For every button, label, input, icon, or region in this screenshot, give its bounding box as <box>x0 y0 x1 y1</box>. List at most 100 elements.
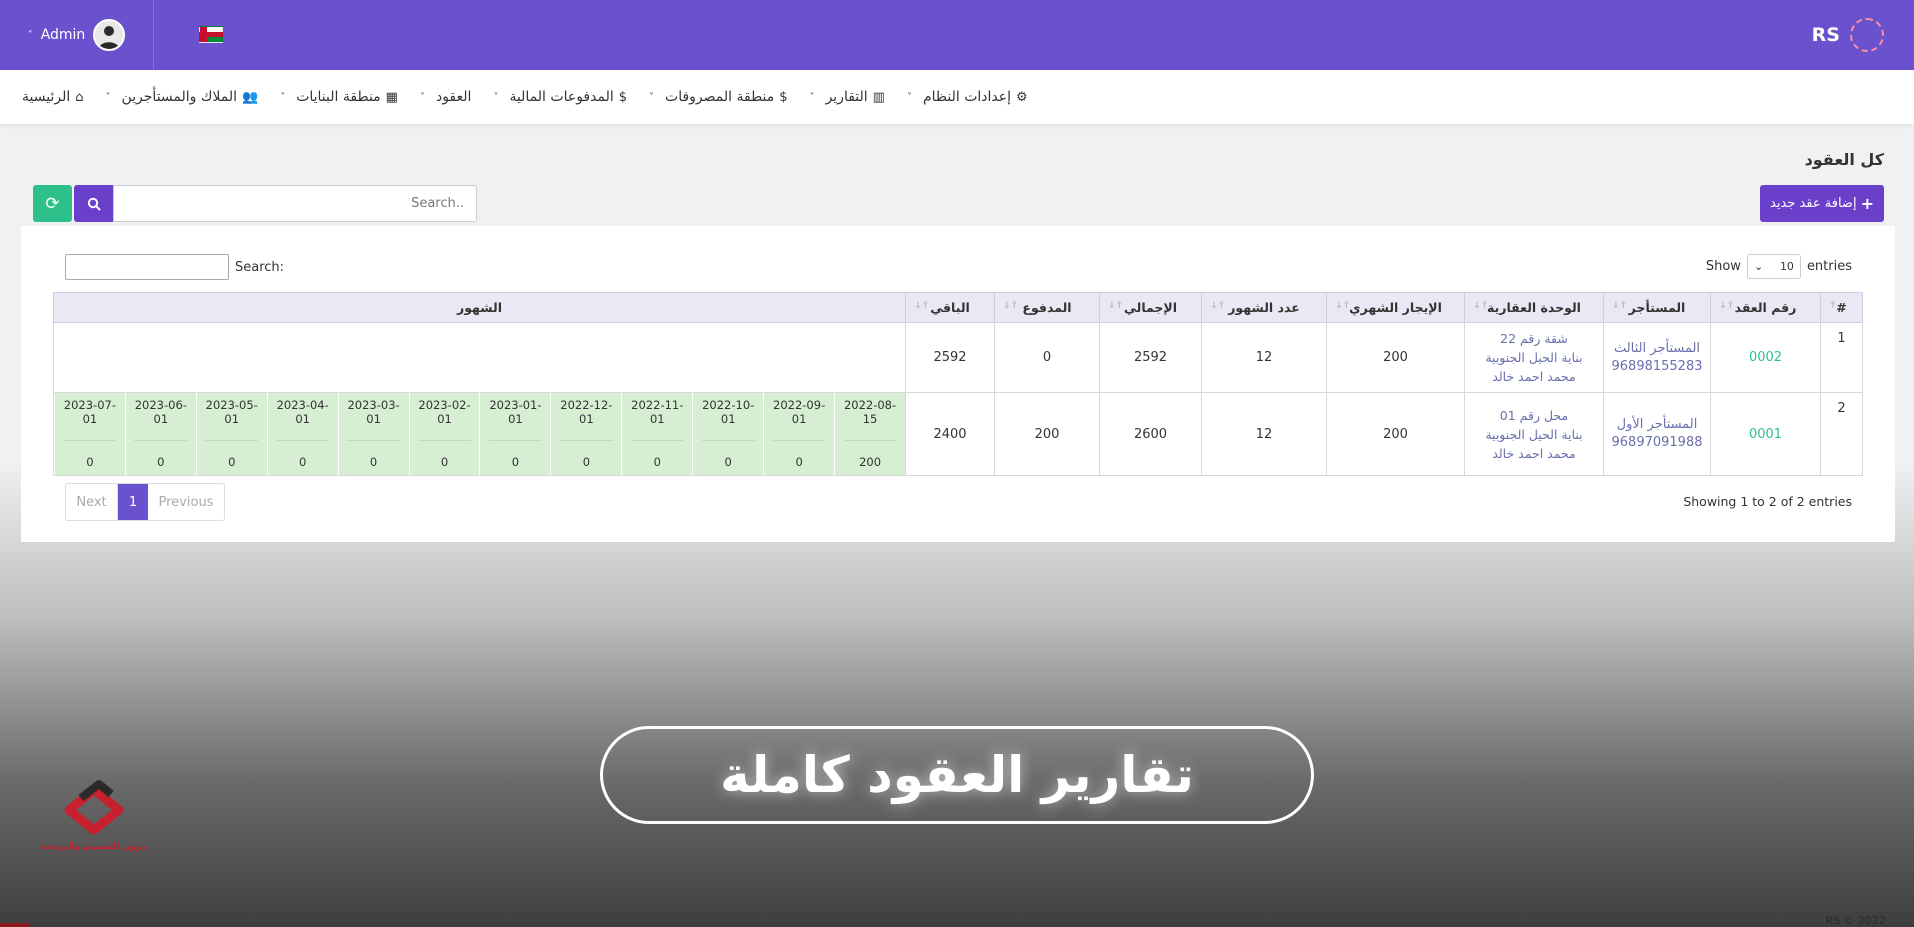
month-cell: 2023-05-01 0 <box>195 393 267 475</box>
sort-icon: ↑↓ <box>1210 301 1226 311</box>
month-value: 0 <box>582 455 591 469</box>
nav-payments[interactable]: $ المدفوعات المالية ˅ <box>493 89 627 105</box>
entries-value: 10 <box>1779 260 1794 273</box>
month-value: 200 <box>859 455 882 469</box>
column-header-unit[interactable]: ↑↓ الوحدة العقارية <box>1464 292 1604 323</box>
column-header-index[interactable]: ↑ # <box>1820 292 1863 323</box>
entries-select[interactable]: ⌄ 10 <box>1746 254 1801 279</box>
column-header-paid[interactable]: ↑↓ المدفوع <box>994 292 1100 323</box>
month-cell: 2023-03-01 0 <box>337 393 409 475</box>
table-header-row: ↑ # ↑↓ رقم العقد ↑↓ المستأجر ↑↓ الوحدة العقا… <box>53 292 1863 323</box>
refresh-button[interactable]: ⟳ <box>33 185 72 222</box>
month-date: 2023-06-01 <box>134 398 187 426</box>
add-contract-button[interactable]: + إضافة عقد جديد <box>1760 185 1884 222</box>
tenant-phone: 96897091988 <box>1611 435 1703 450</box>
brand-logo-icon <box>1850 18 1884 52</box>
nav-home[interactable]: ⌂ الرئيسية <box>22 89 84 105</box>
video-caption-banner: تقارير العقود كاملة <box>600 726 1314 824</box>
cell-months <box>53 322 906 393</box>
nav-reports[interactable]: ▥ التقارير ˅ <box>810 89 885 105</box>
logo-text: مزون للتصميم والبرمجة <box>41 842 147 852</box>
mazoon-logo-icon <box>64 780 124 835</box>
cell-contract[interactable]: 0002 <box>1710 322 1821 393</box>
column-header-contract[interactable]: ↑↓ رقم العقد <box>1710 292 1821 323</box>
month-date: 2023-02-01 <box>418 398 471 426</box>
main-nav: ⌂ الرئيسية 👥 الملاك والمستأجرين ˅ ▦ منطق… <box>0 70 1914 124</box>
nav-label: العقود <box>435 89 472 105</box>
sort-icon: ↑↓ <box>914 301 930 311</box>
chevron-down-icon: ⌄ <box>1753 260 1764 273</box>
column-header-tenant[interactable]: ↑↓ المستأجر <box>1603 292 1711 323</box>
month-value: 0 <box>440 455 449 469</box>
brand[interactable]: RS <box>1812 18 1884 52</box>
chevron-down-icon: ˅ <box>280 91 286 103</box>
cell-tenant[interactable]: المستأجر الثالث 96898155283 <box>1603 322 1711 393</box>
sort-icon: ↑↓ <box>1473 301 1489 311</box>
page-1-button[interactable]: 1 <box>118 484 148 520</box>
nav-contracts[interactable]: العقود ˅ <box>420 89 471 105</box>
search-input[interactable] <box>113 185 477 222</box>
cell-total: 2600 <box>1099 392 1202 476</box>
nav-label: الملاك والمستأجرين <box>121 89 238 105</box>
cell-index: 2 <box>1820 392 1863 476</box>
column-header-rent[interactable]: ↑↓ الإيجار الشهري <box>1326 292 1465 323</box>
table-search-input[interactable] <box>65 254 229 280</box>
cell-contract[interactable]: 0001 <box>1710 392 1821 476</box>
column-header-months-count[interactable]: ↑↓ عدد الشهور <box>1201 292 1327 323</box>
chevron-down-icon: ˅ <box>493 91 499 103</box>
table-info: Showing 1 to 2 of 2 entries <box>1683 494 1852 509</box>
column-header-total[interactable]: ↑↓ الإجمالي <box>1099 292 1202 323</box>
month-date: 2022-09-01 <box>773 398 826 426</box>
cell-unit: محل رقم 01 بناية الحيل الجنوبية محمد احم… <box>1464 392 1604 476</box>
month-value: 0 <box>795 455 803 469</box>
nav-buildings[interactable]: ▦ منطقة البنايات ˅ <box>280 89 398 105</box>
divider <box>559 440 613 441</box>
unit-owner: محمد احمد خالد <box>1492 369 1576 384</box>
gear-icon: ⚙ <box>1016 89 1028 105</box>
month-value: 0 <box>511 455 520 469</box>
nav-label: منطقة المصروفات <box>665 89 775 105</box>
avatar[interactable] <box>93 19 126 51</box>
nav-expenses[interactable]: $ منطقة المصروفات ˅ <box>649 89 788 105</box>
oman-flag-icon[interactable] <box>199 26 223 43</box>
page-title: كل العقود <box>1804 150 1884 169</box>
nav-settings[interactable]: ⚙ إعدادات النظام ˅ <box>907 89 1028 105</box>
month-value: 0 <box>299 455 307 469</box>
chevron-down-icon: ˅ <box>419 91 425 103</box>
next-page-button[interactable]: Next <box>66 484 118 520</box>
cell-months-count: 12 <box>1201 392 1327 476</box>
sort-icon: ↑ <box>1829 301 1837 311</box>
month-date: 2022-11-01 <box>631 398 684 426</box>
cell-rent: 200 <box>1326 392 1465 476</box>
search-button[interactable] <box>74 185 113 222</box>
cell-tenant[interactable]: المستأجر الأول 96897091988 <box>1603 392 1711 476</box>
table-row: 1 0002 المستأجر الثالث 96898155283 شقة ر… <box>53 322 1863 393</box>
user-menu[interactable]: ˅ Admin <box>0 0 154 70</box>
month-date: 2022-08-15 <box>843 398 897 426</box>
sort-icon: ↑↓ <box>1003 301 1019 311</box>
previous-page-button[interactable]: Previous <box>148 484 224 520</box>
nav-label: المدفوعات المالية <box>509 89 614 105</box>
unit-name: شقة رقم 22 <box>1500 331 1568 346</box>
chevron-down-icon: ˅ <box>105 91 111 103</box>
month-cell: 2023-07-01 0 <box>53 393 125 475</box>
chevron-down-icon: ˅ <box>906 91 912 103</box>
month-date: 2023-04-01 <box>276 398 329 426</box>
users-icon: 👥 <box>242 89 259 105</box>
month-cell: 2023-01-01 0 <box>479 393 551 475</box>
month-value: 0 <box>157 455 165 469</box>
cell-months-count: 12 <box>1201 322 1327 393</box>
watermark-logo: مزون للتصميم والبرمجة <box>41 770 147 870</box>
nav-owners-tenants[interactable]: 👥 الملاك والمستأجرين ˅ <box>106 89 259 105</box>
column-header-remaining[interactable]: ↑↓ الباقي <box>905 292 995 323</box>
entries-length: Show ⌄ 10 entries <box>1706 254 1852 279</box>
month-cell: 2023-04-01 0 <box>266 393 338 475</box>
divider <box>276 440 330 441</box>
month-cell: 2022-08-15 200 <box>834 393 905 475</box>
cell-months: 2022-08-15 200 2022-09-01 0 2022-10-01 0 20… <box>53 392 906 476</box>
unit-building: بناية الحيل الجنوبية <box>1485 426 1583 442</box>
chevron-down-icon: ˅ <box>27 29 33 41</box>
add-contract-label: إضافة عقد جديد <box>1770 196 1857 211</box>
month-date: 2022-10-01 <box>702 398 755 426</box>
chart-icon: ▥ <box>872 89 885 105</box>
